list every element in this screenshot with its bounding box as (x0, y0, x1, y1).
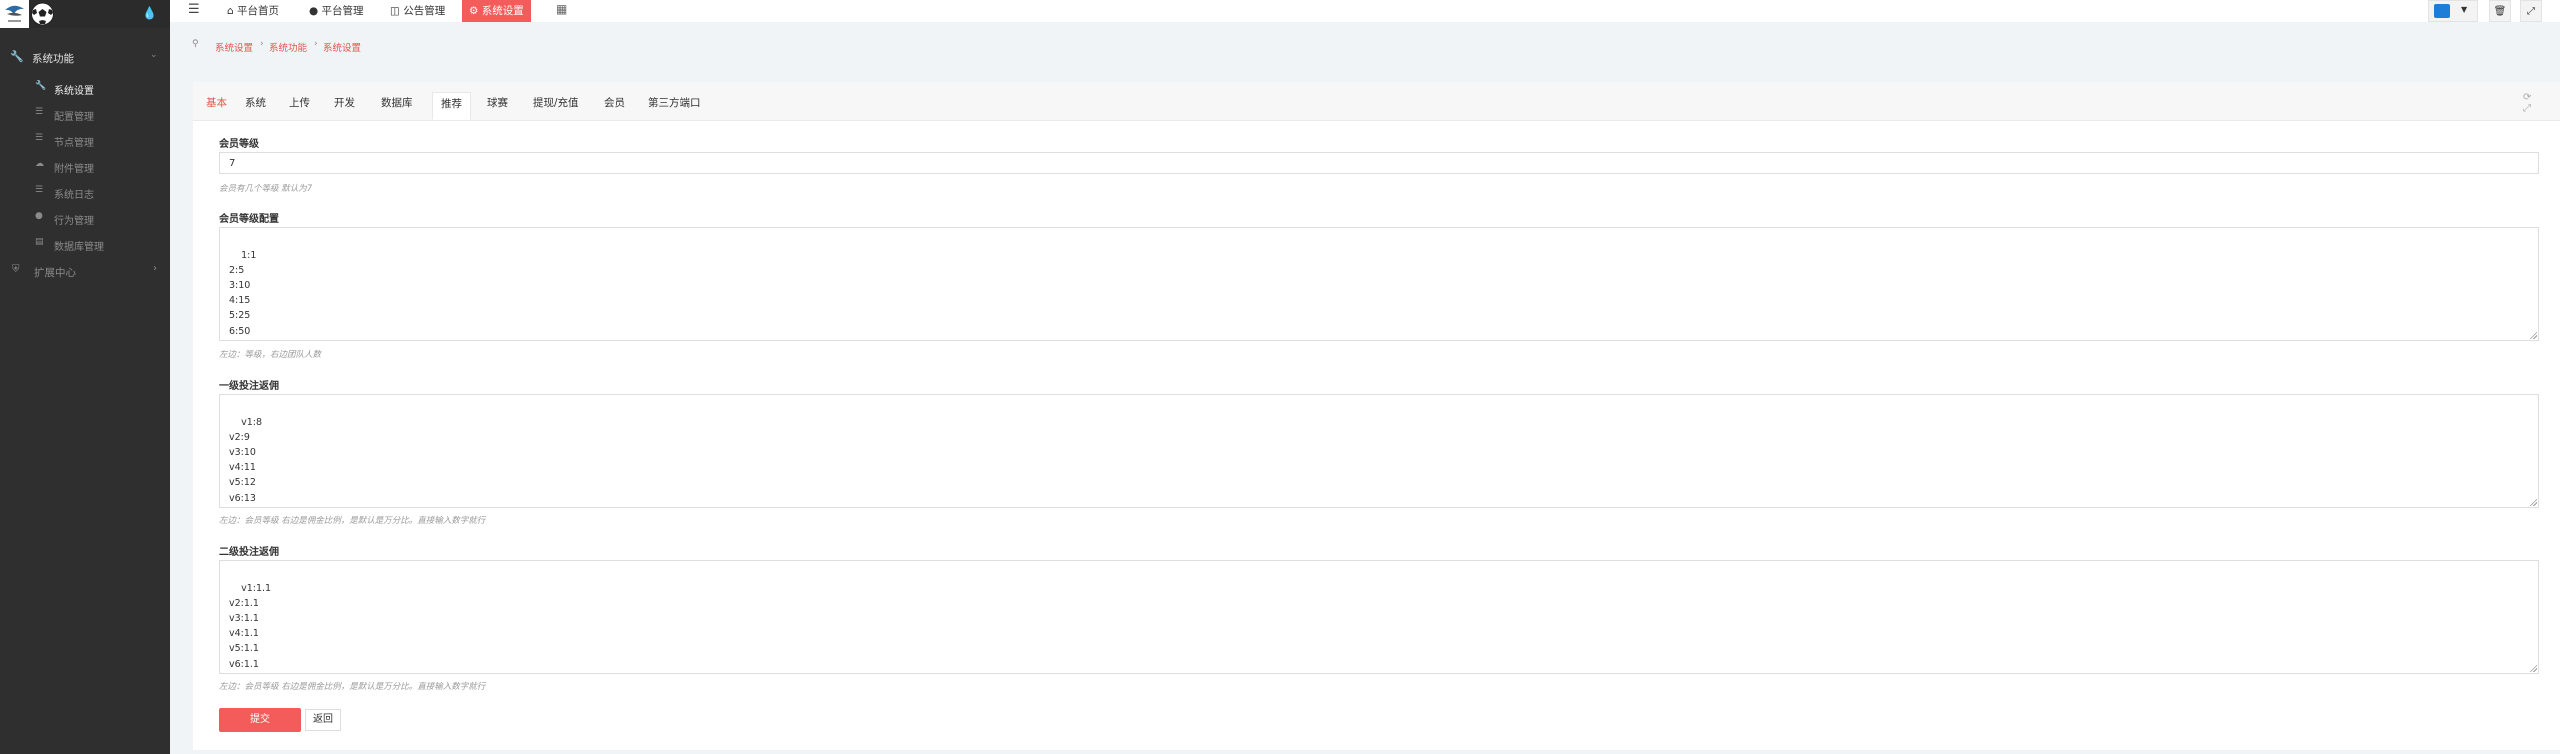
sidebar-group-label: 扩展中心 (34, 267, 76, 279)
resize-handle[interactable] (2529, 664, 2537, 672)
sidebar-item-label: 附件管理 (54, 164, 94, 175)
logo[interactable] (0, 0, 29, 28)
chevron-down-icon: ⌄ (150, 50, 158, 60)
database-icon: ▤ (35, 237, 44, 247)
sidebar-item-nodes[interactable]: ☰ 节点管理 (0, 130, 170, 149)
shield-icon: ⛨ (12, 264, 20, 275)
sidebar-item-label: 系统设置 (54, 86, 94, 97)
sidebar-item-behavior[interactable]: ● 行为管理 (0, 208, 170, 227)
droplet-icon[interactable]: 💧 (142, 6, 157, 20)
member-level-config-help: 左边：等级，右边团队人数 (219, 350, 322, 360)
map-pin-icon: ⚲ (192, 39, 199, 49)
nav-tab-announcements[interactable]: ◫ 公告管理 (383, 0, 452, 22)
tab-withdraw-recharge[interactable]: 提现/充值 (525, 92, 587, 120)
breadcrumb-item[interactable]: 系统设置 (215, 40, 253, 54)
breadcrumb-item[interactable]: 系统设置 (323, 40, 361, 54)
top-navbar: ☰ ⌂ 平台首页 ● 平台管理 ◫ 公告管理 ⚙ 系统设置 ▦ ▼ 🗑 ⤢ (170, 0, 2560, 22)
tab-database[interactable]: 数据库 (373, 92, 421, 120)
gear-icon: ⚙ (469, 5, 479, 17)
soccer-ball-icon (29, 1, 56, 27)
grid-icon[interactable]: ▦ (556, 2, 567, 16)
textarea-content: v1:1.1 v2:1.1 v3:1.1 v4:1.1 v5:1.1 v6:1.… (229, 583, 272, 670)
nav-tab-label: 平台管理 (321, 5, 364, 17)
fullscreen-button[interactable]: ⤢ (2520, 0, 2542, 22)
tab-member[interactable]: 会员 (596, 92, 633, 120)
sidebar-item-label: 行为管理 (54, 216, 94, 227)
nav-tab-label: 系统设置 (481, 5, 524, 17)
textarea-content: v1:8 v2:9 v3:10 v4:11 v5:12 v6:13 v7:15 (229, 417, 263, 504)
sidebar-item-label: 配置管理 (54, 112, 94, 123)
menu-toggle-icon[interactable]: ☰ (188, 2, 200, 17)
back-button[interactable]: 返回 (305, 709, 341, 731)
caret-down-icon: ▼ (2461, 5, 2468, 14)
submit-button[interactable]: 提交 (219, 708, 301, 732)
settings-tabs: 基本 系统 上传 开发 数据库 推荐 球赛 提现/充值 会员 第三方端口 ⟳ ⤢ (193, 82, 2560, 121)
clear-cache-button[interactable]: 🗑 (2489, 0, 2511, 22)
tab-upload[interactable]: 上传 (281, 92, 318, 120)
tab-basic[interactable]: 基本 (198, 92, 235, 120)
member-level-config-label: 会员等级配置 (219, 214, 279, 225)
sidebar: 💧 🔧 系统功能 ⌄ 🔧 系统设置 ☰ 配置管理 ☰ 节点管理 ☁ 附件管理 ☰… (0, 0, 170, 754)
user-menu-button[interactable]: ▼ (2428, 0, 2478, 22)
cloud-icon: ☁ (35, 159, 44, 169)
nav-tab-platform[interactable]: ● 平台管理 (302, 0, 371, 22)
sidebar-item-system-settings[interactable]: 🔧 系统设置 (0, 78, 170, 97)
expand-icon[interactable]: ⤢ (2523, 103, 2531, 114)
settings-panel: 基本 系统 上传 开发 数据库 推荐 球赛 提现/充值 会员 第三方端口 ⟳ ⤢… (193, 82, 2560, 750)
tab-develop[interactable]: 开发 (326, 92, 363, 120)
tab-third-party[interactable]: 第三方端口 (640, 92, 709, 120)
resize-handle[interactable] (2529, 331, 2537, 339)
tab-recommend[interactable]: 推荐 (432, 92, 471, 120)
user-icon: ● (35, 211, 43, 221)
nav-tab-label: 公告管理 (403, 5, 446, 17)
sliders-icon: ☰ (35, 107, 44, 117)
member-level-input[interactable] (219, 152, 2539, 174)
logo-bar: 💧 (0, 0, 170, 28)
breadcrumb: ⚲ 系统设置 › 系统功能 › 系统设置 (170, 36, 2560, 54)
member-level-config-textarea[interactable]: 1:1 2:5 3:10 4:15 5:25 6:50 7:100 (219, 227, 2539, 341)
panel-tools: ⟳ ⤢ (2523, 92, 2560, 114)
columns-icon: ◫ (390, 5, 400, 17)
chevron-right-icon: › (153, 263, 157, 274)
level1-commission-help: 左边：会员等级 右边是佣金比例，是默认是万分比。直接输入数字就行 (219, 516, 486, 526)
level2-commission-textarea[interactable]: v1:1.1 v2:1.1 v3:1.1 v4:1.1 v5:1.1 v6:1.… (219, 560, 2539, 674)
nav-tab-home[interactable]: ⌂ 平台首页 (220, 0, 286, 22)
level2-commission-help: 左边：会员等级 右边是佣金比例，是默认是万分比。直接输入数字就行 (219, 682, 486, 692)
fullscreen-icon: ⤢ (2527, 6, 2535, 17)
textarea-content: 1:1 2:5 3:10 4:15 5:25 6:50 7:100 (229, 250, 257, 337)
chevron-right-icon: › (314, 39, 318, 49)
sidebar-item-label: 系统日志 (54, 190, 94, 201)
chevron-right-icon: › (260, 39, 264, 49)
member-level-label: 会员等级 (219, 139, 259, 150)
breadcrumb-item[interactable]: 系统功能 (269, 40, 307, 54)
tab-match[interactable]: 球赛 (479, 92, 516, 120)
list-icon: ☰ (35, 185, 44, 195)
wrench-icon: 🔧 (35, 81, 47, 91)
nav-tab-label: 平台首页 (237, 5, 280, 17)
sidebar-item-config[interactable]: ☰ 配置管理 (0, 104, 170, 123)
member-level-help: 会员有几个等级 默认为7 (219, 184, 313, 194)
sidebar-item-database[interactable]: ▤ 数据库管理 (0, 234, 170, 253)
level1-commission-textarea[interactable]: v1:8 v2:9 v3:10 v4:11 v5:12 v6:13 v7:15 (219, 394, 2539, 508)
level2-commission-label: 二级投注返佣 (219, 547, 279, 558)
sidebar-item-label: 节点管理 (54, 138, 94, 149)
user-icon: ● (309, 5, 319, 17)
home-icon: ⌂ (227, 5, 234, 17)
sidebar-item-logs[interactable]: ☰ 系统日志 (0, 182, 170, 201)
tab-system[interactable]: 系统 (237, 92, 274, 120)
avatar (2434, 4, 2450, 18)
sidebar-item-label: 数据库管理 (54, 242, 104, 253)
list-icon: ☰ (35, 133, 44, 143)
nav-tab-settings[interactable]: ⚙ 系统设置 (462, 0, 531, 22)
sidebar-group-label: 系统功能 (32, 53, 74, 65)
refresh-icon[interactable]: ⟳ (2523, 92, 2531, 103)
wrench-icon: 🔧 (10, 50, 24, 63)
level1-commission-label: 一级投注返佣 (219, 381, 279, 392)
sidebar-item-attachments[interactable]: ☁ 附件管理 (0, 156, 170, 175)
sidebar-group-extensions[interactable]: ⛨ 扩展中心 › (0, 262, 170, 280)
resize-handle[interactable] (2529, 498, 2537, 506)
trash-icon: 🗑 (2493, 6, 2507, 17)
sidebar-group-system[interactable]: 🔧 系统功能 ⌄ (0, 48, 170, 68)
